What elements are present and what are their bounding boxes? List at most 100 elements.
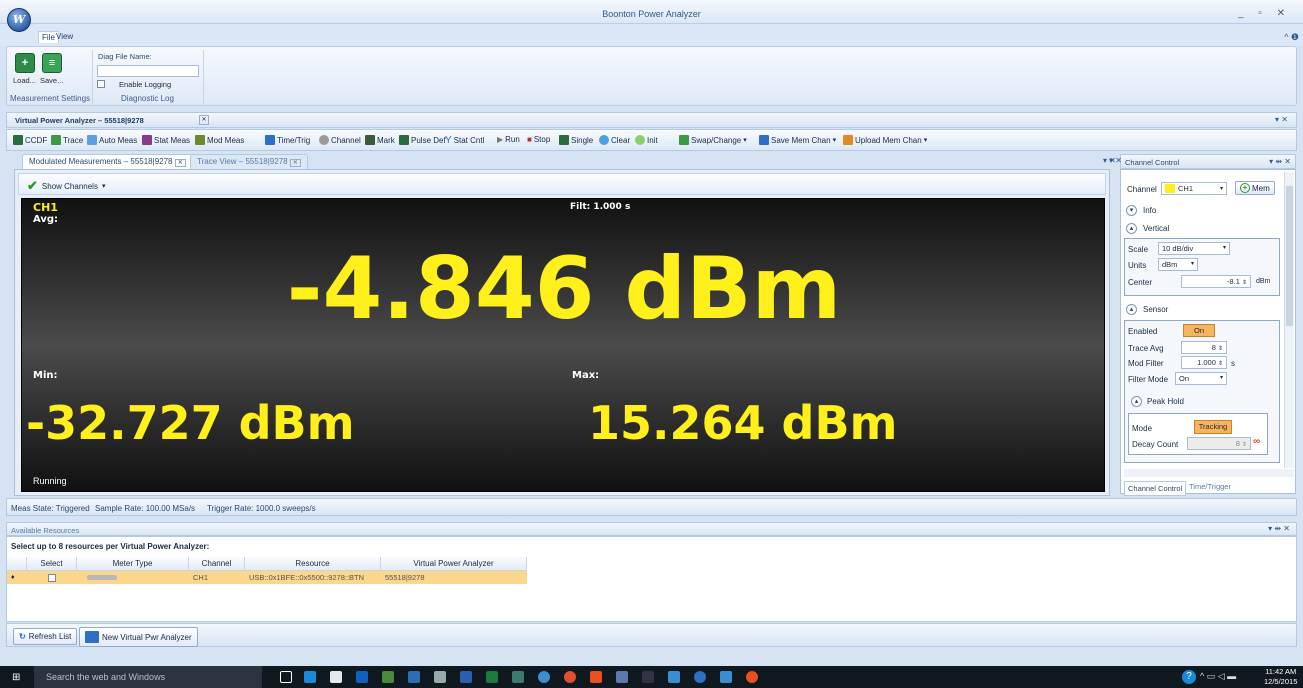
app-icon[interactable] — [434, 671, 446, 683]
time-trig-button[interactable]: Time/Trig — [265, 135, 310, 145]
vertical-scrollbar[interactable] — [1284, 172, 1294, 468]
show-channels-button[interactable]: ✔ Show Channels ▾ — [27, 178, 105, 194]
spinner-icon[interactable]: ⇕ — [1242, 280, 1247, 286]
swap-change-button[interactable]: Swap/Change ▾ — [679, 135, 747, 145]
store-icon[interactable] — [330, 671, 342, 683]
stat-meas-button[interactable]: Stat Meas — [142, 135, 190, 145]
vertical-section-label[interactable]: Vertical — [1143, 224, 1169, 233]
auto-meas-button[interactable]: Auto Meas — [87, 135, 137, 145]
ccdf-button[interactable]: CCDF — [13, 135, 47, 145]
trace-avg-input[interactable]: 8 ⇕ — [1181, 341, 1227, 354]
load-icon[interactable]: + — [15, 53, 35, 73]
save-mem-chan-button[interactable]: Save Mem Chan ▾ — [759, 135, 836, 145]
app-icon[interactable] — [616, 671, 628, 683]
help-icon[interactable]: ^ ❶ — [1284, 32, 1299, 43]
column-header[interactable]: Meter Type — [77, 557, 189, 571]
close-icon[interactable]: ✕ — [199, 115, 209, 125]
column-header[interactable]: Channel — [189, 557, 245, 571]
tab-trace-view[interactable]: Trace View – 55518|9278 ✕ — [190, 154, 308, 169]
app-icon[interactable] — [408, 671, 420, 683]
spinner-icon[interactable]: ⇕ — [1218, 361, 1223, 367]
clear-button[interactable]: Clear — [599, 135, 630, 145]
new-virtual-pwr-analyzer-button[interactable]: New Virtual Pwr Analyzer — [79, 627, 198, 647]
init-button[interactable]: Init — [635, 135, 658, 145]
window-controls[interactable]: _ ▫ ✕ — [1238, 8, 1291, 19]
clock[interactable]: 11:42 AM 12/5/2015 — [1264, 667, 1297, 687]
search-box[interactable]: Search the web and Windows — [34, 666, 262, 688]
close-icon[interactable]: ✕ — [289, 159, 301, 167]
scrollbar-thumb[interactable] — [1286, 186, 1293, 326]
app-icon[interactable] — [382, 671, 394, 683]
mark-button[interactable]: Mark — [365, 135, 395, 145]
tray-icons[interactable]: ^ ▭ ◁ ▬ — [1200, 671, 1236, 682]
table-row[interactable]: ♦ CH1 USB::0x1BFE::0x5500::9278::BTN 555… — [7, 571, 527, 584]
save-button[interactable]: Save... — [40, 76, 63, 85]
mem-button[interactable]: + Mem — [1235, 181, 1275, 195]
document-tab-title[interactable]: Virtual Power Analyzer – 55518|9278 — [15, 116, 144, 125]
chrome-icon[interactable] — [564, 671, 576, 683]
load-button[interactable]: Load... — [13, 76, 36, 85]
excel-icon[interactable] — [486, 671, 498, 683]
ie-icon[interactable] — [720, 671, 732, 683]
upload-mem-chan-button[interactable]: Upload Mem Chan ▾ — [843, 135, 927, 145]
ie-icon[interactable] — [668, 671, 680, 683]
infinity-icon[interactable]: ∞ — [1253, 436, 1260, 447]
enable-logging-checkbox[interactable] — [97, 80, 105, 88]
mod-filter-input[interactable]: 1.000 ⇕ — [1181, 356, 1227, 369]
task-view-icon[interactable] — [280, 671, 292, 683]
sensor-section-label[interactable]: Sensor — [1143, 305, 1168, 314]
app-icon[interactable] — [538, 671, 550, 683]
help-icon[interactable]: ? — [1182, 670, 1196, 684]
tab-view[interactable]: View — [56, 32, 73, 41]
pin-icon[interactable]: ▾ ⇹ ✕ — [1269, 157, 1291, 166]
column-header[interactable]: Resource — [245, 557, 381, 571]
single-button[interactable]: Single — [559, 135, 593, 145]
collapse-icon[interactable]: ▴ — [1126, 223, 1137, 234]
trace-button[interactable]: Trace — [51, 135, 83, 145]
center-input[interactable]: -8.1 ⇕ — [1181, 275, 1251, 288]
mode-toggle[interactable]: Tracking — [1194, 420, 1232, 434]
filter-mode-select[interactable]: On ▾ — [1175, 372, 1227, 385]
chevron-down-icon[interactable]: ▾ ✕ — [1109, 156, 1122, 165]
windows-start-icon[interactable]: ⊞ — [12, 672, 20, 683]
select-checkbox[interactable] — [48, 574, 56, 582]
outlook-icon[interactable] — [356, 671, 368, 683]
tab-time-trigger[interactable]: Time/Trigger — [1189, 482, 1231, 491]
scale-select[interactable]: 10 dB/div ▾ — [1158, 242, 1230, 255]
run-button[interactable]: ▶ Run — [497, 135, 520, 144]
pulse-def-button[interactable]: Pulse Def — [399, 135, 446, 145]
app-icon[interactable] — [590, 671, 602, 683]
channel-select[interactable]: CH1 ▾ — [1161, 182, 1227, 195]
peak-hold-section-label[interactable]: Peak Hold — [1147, 397, 1184, 406]
tab-modulated-measurements[interactable]: Modulated Measurements – 55518|9278 ✕ — [22, 154, 193, 169]
boonton-icon[interactable] — [694, 671, 706, 683]
column-header[interactable]: Select — [27, 557, 77, 571]
stat-cntl-button[interactable]: Y Stat Cntl — [445, 135, 484, 146]
expand-icon[interactable]: ▾ — [1126, 205, 1137, 216]
edge-icon[interactable] — [304, 671, 316, 683]
refresh-list-button[interactable]: ↻ Refresh List — [13, 628, 78, 645]
firefox-icon[interactable] — [746, 671, 758, 683]
collapse-icon[interactable]: ▴ — [1131, 396, 1142, 407]
diag-file-input[interactable] — [97, 65, 199, 77]
mod-meas-button[interactable]: Mod Meas — [195, 135, 244, 145]
tab-channel-control[interactable]: Channel Control — [1124, 481, 1187, 496]
chevron-down-icon[interactable]: ▾ ✕ — [1275, 115, 1288, 124]
info-section-label[interactable]: Info — [1143, 206, 1156, 215]
decay-count-input[interactable]: 8 ⇕ — [1187, 437, 1251, 450]
collapse-icon[interactable]: ▴ — [1126, 304, 1137, 315]
horizontal-scrollbar[interactable] — [1124, 469, 1294, 477]
app-icon[interactable] — [512, 671, 524, 683]
stop-button[interactable]: ■ Stop — [527, 135, 550, 144]
close-icon[interactable]: ✕ — [174, 159, 186, 167]
channel-button[interactable]: Channel — [319, 135, 361, 145]
save-icon[interactable]: ≡ — [42, 53, 62, 73]
spinner-icon[interactable]: ⇕ — [1242, 442, 1247, 448]
word-icon[interactable] — [460, 671, 472, 683]
app-menu-button[interactable]: W — [7, 8, 31, 32]
enabled-toggle[interactable]: On — [1183, 324, 1215, 337]
app-icon[interactable] — [642, 671, 654, 683]
column-header[interactable]: Virtual Power Analyzer — [381, 557, 527, 571]
units-select[interactable]: dBm ▾ — [1158, 258, 1198, 271]
pin-icon[interactable]: ▾ ⇹ ✕ — [1268, 524, 1290, 533]
